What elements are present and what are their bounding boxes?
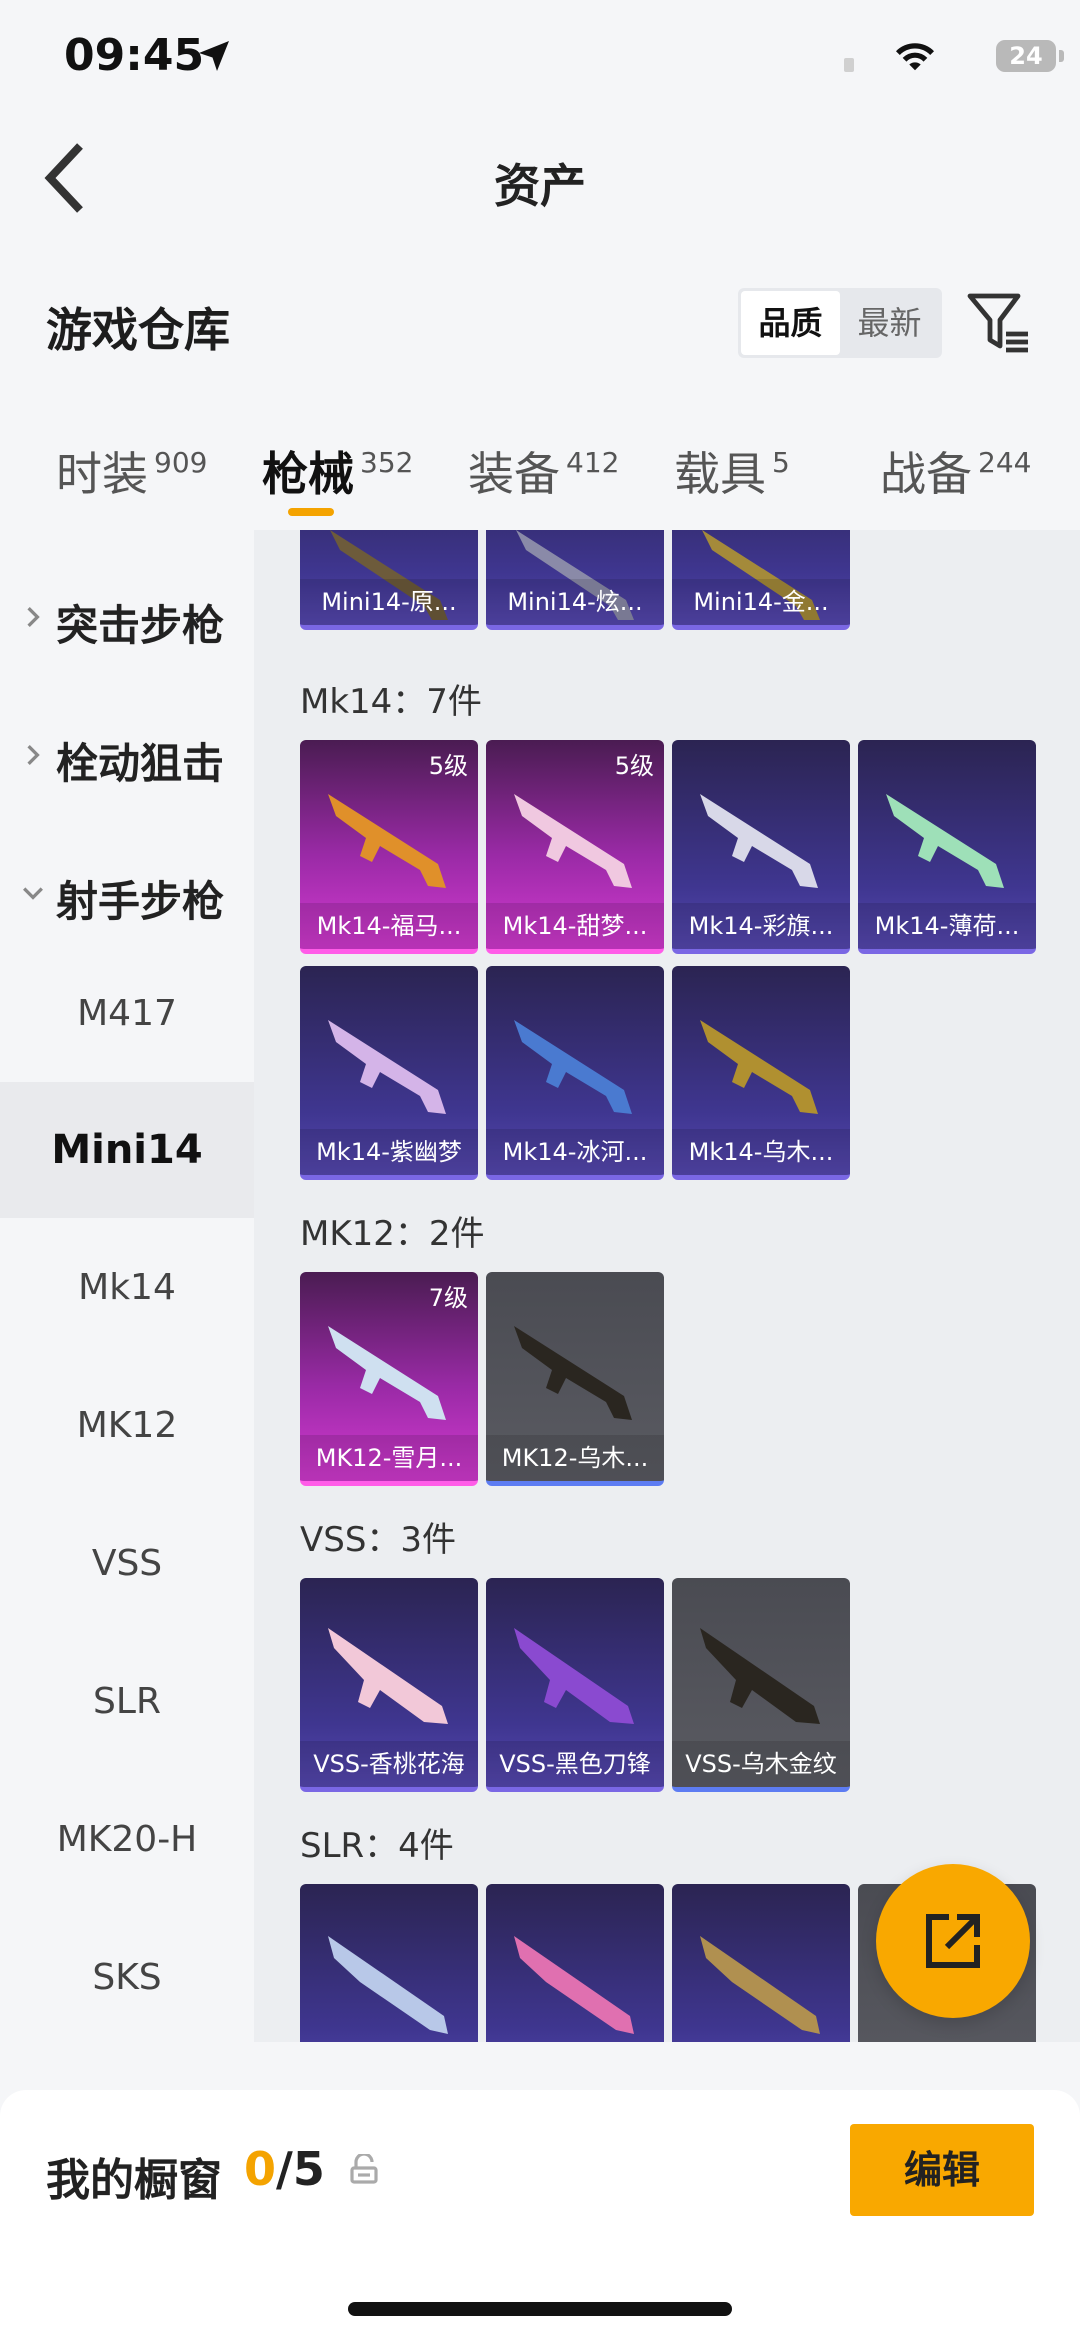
weapon-sidebar: 突击步枪 栓动狙击 射手步枪 M417 Mini14 Mk14 MK12 VSS…: [0, 530, 254, 2060]
tab-equipment[interactable]: 装备 412: [468, 438, 619, 504]
sidebar-item-slr[interactable]: SLR: [0, 1634, 254, 1770]
rifle-icon: [514, 1628, 634, 1724]
filter-icon[interactable]: [966, 290, 1032, 356]
chevron-down-icon: [23, 887, 43, 900]
sidebar-item-sks[interactable]: SKS: [0, 1910, 254, 2046]
weapon-card[interactable]: VSS-黑色刀锋: [486, 1578, 664, 1792]
edit-button[interactable]: 编辑: [850, 2124, 1034, 2216]
sidebar-item-vss[interactable]: VSS: [0, 1496, 254, 1632]
page-title: 资产: [494, 159, 586, 213]
group-header-mk12: MK12：2件: [300, 1214, 485, 1254]
sort-quality-option[interactable]: 品质: [741, 291, 840, 355]
sidebar-item-m417[interactable]: M417: [0, 946, 254, 1082]
sidebar-item-mk20h[interactable]: MK20-H: [0, 1772, 254, 1908]
weapon-card[interactable]: Mk14-彩旗...: [672, 740, 850, 954]
group-header-vss: VSS：3件: [300, 1520, 457, 1560]
category-tabs: 时装 909 枪械 352 装备 412 载具 5 战备 244: [0, 420, 1080, 530]
weapon-card[interactable]: Mk14-冰河...: [486, 966, 664, 1180]
location-arrow-icon: [199, 41, 229, 71]
weapon-card[interactable]: Mini14-原...: [300, 530, 478, 630]
tab-guns[interactable]: 枪械 352: [262, 438, 413, 504]
rifle-icon: [328, 794, 446, 888]
signal-dot-icon: [844, 58, 854, 72]
chevron-right-icon: [27, 607, 40, 627]
showcase-label: 我的橱窗: [46, 2155, 222, 2206]
showcase-count: 0/5: [244, 2142, 325, 2196]
sort-toggle: 品质 最新: [738, 288, 942, 358]
chevron-right-icon: [27, 745, 40, 765]
weapon-grid: Mini14-原... Mini14-炫... Mini14-金... Mk14…: [254, 530, 1080, 2042]
rifle-icon: [700, 1020, 818, 1114]
weapon-card[interactable]: Mk14-薄荷...: [858, 740, 1036, 954]
weapon-card[interactable]: Mk14-乌木...: [672, 966, 850, 1180]
rifle-icon: [328, 1936, 448, 2034]
weapon-card[interactable]: [672, 1884, 850, 2042]
sidebar-group-assault-rifle[interactable]: 突击步枪: [0, 570, 254, 670]
rifle-icon: [514, 1326, 632, 1420]
rifle-icon: [328, 1326, 446, 1420]
sidebar-group-bolt-sniper[interactable]: 栓动狙击: [0, 708, 254, 808]
rifle-icon: [886, 794, 1004, 888]
rifle-icon: [514, 1936, 634, 2034]
sidebar-item-mk12[interactable]: MK12: [0, 1358, 254, 1494]
weapon-card[interactable]: [486, 1884, 664, 2042]
weapon-card[interactable]: 7级 MK12-雪月...: [300, 1272, 478, 1486]
rifle-icon: [700, 1936, 820, 2034]
battery-icon: 24: [996, 40, 1064, 72]
weapon-card[interactable]: 5级 Mk14-甜梦...: [486, 740, 664, 954]
sidebar-item-mini14[interactable]: Mini14: [0, 1082, 254, 1218]
rifle-icon: [328, 1628, 448, 1724]
status-time: 09:45: [64, 30, 205, 81]
sidebar-item-mk14[interactable]: Mk14: [0, 1220, 254, 1356]
share-external-icon: [926, 1914, 980, 1968]
level-badge: 5级: [614, 752, 654, 780]
rifle-icon: [514, 1020, 632, 1114]
level-badge: 5级: [428, 752, 468, 780]
weapon-card[interactable]: Mini14-金...: [672, 530, 850, 630]
weapon-card[interactable]: 5级 Mk14-福马...: [300, 740, 478, 954]
tab-supplies[interactable]: 战备 244: [880, 438, 1031, 504]
rifle-icon: [700, 794, 818, 888]
active-tab-indicator: [288, 508, 334, 516]
tab-vehicles[interactable]: 载具 5: [674, 438, 790, 504]
weapon-card[interactable]: VSS-香桃花海: [300, 1578, 478, 1792]
sidebar-group-marksman-rifle[interactable]: 射手步枪: [0, 846, 254, 946]
home-indicator[interactable]: [348, 2302, 732, 2316]
unlock-icon: [350, 2154, 378, 2184]
rifle-icon: [514, 794, 632, 888]
tab-fashion[interactable]: 时装 909: [56, 438, 207, 504]
weapon-card[interactable]: VSS-乌木金纹: [672, 1578, 850, 1792]
weapon-card[interactable]: [300, 1884, 478, 2042]
rifle-icon: [328, 1020, 446, 1114]
weapon-card[interactable]: Mini14-炫...: [486, 530, 664, 630]
rifle-icon: [700, 1628, 820, 1724]
share-fab[interactable]: [876, 1864, 1030, 2018]
group-header-mk14: Mk14：7件: [300, 682, 482, 722]
warehouse-title: 游戏仓库: [46, 303, 230, 357]
sort-newest-option[interactable]: 最新: [840, 291, 939, 355]
level-badge: 7级: [428, 1284, 468, 1312]
status-bar: 09:45 24: [0, 0, 1080, 120]
weapon-card[interactable]: MK12-乌木...: [486, 1272, 664, 1486]
showcase-bar: 我的橱窗 0/5 编辑: [0, 2090, 1080, 2339]
group-header-slr: SLR：4件: [300, 1826, 454, 1866]
weapon-card[interactable]: Mk14-紫幽梦: [300, 966, 478, 1180]
wifi-icon: [896, 43, 934, 71]
